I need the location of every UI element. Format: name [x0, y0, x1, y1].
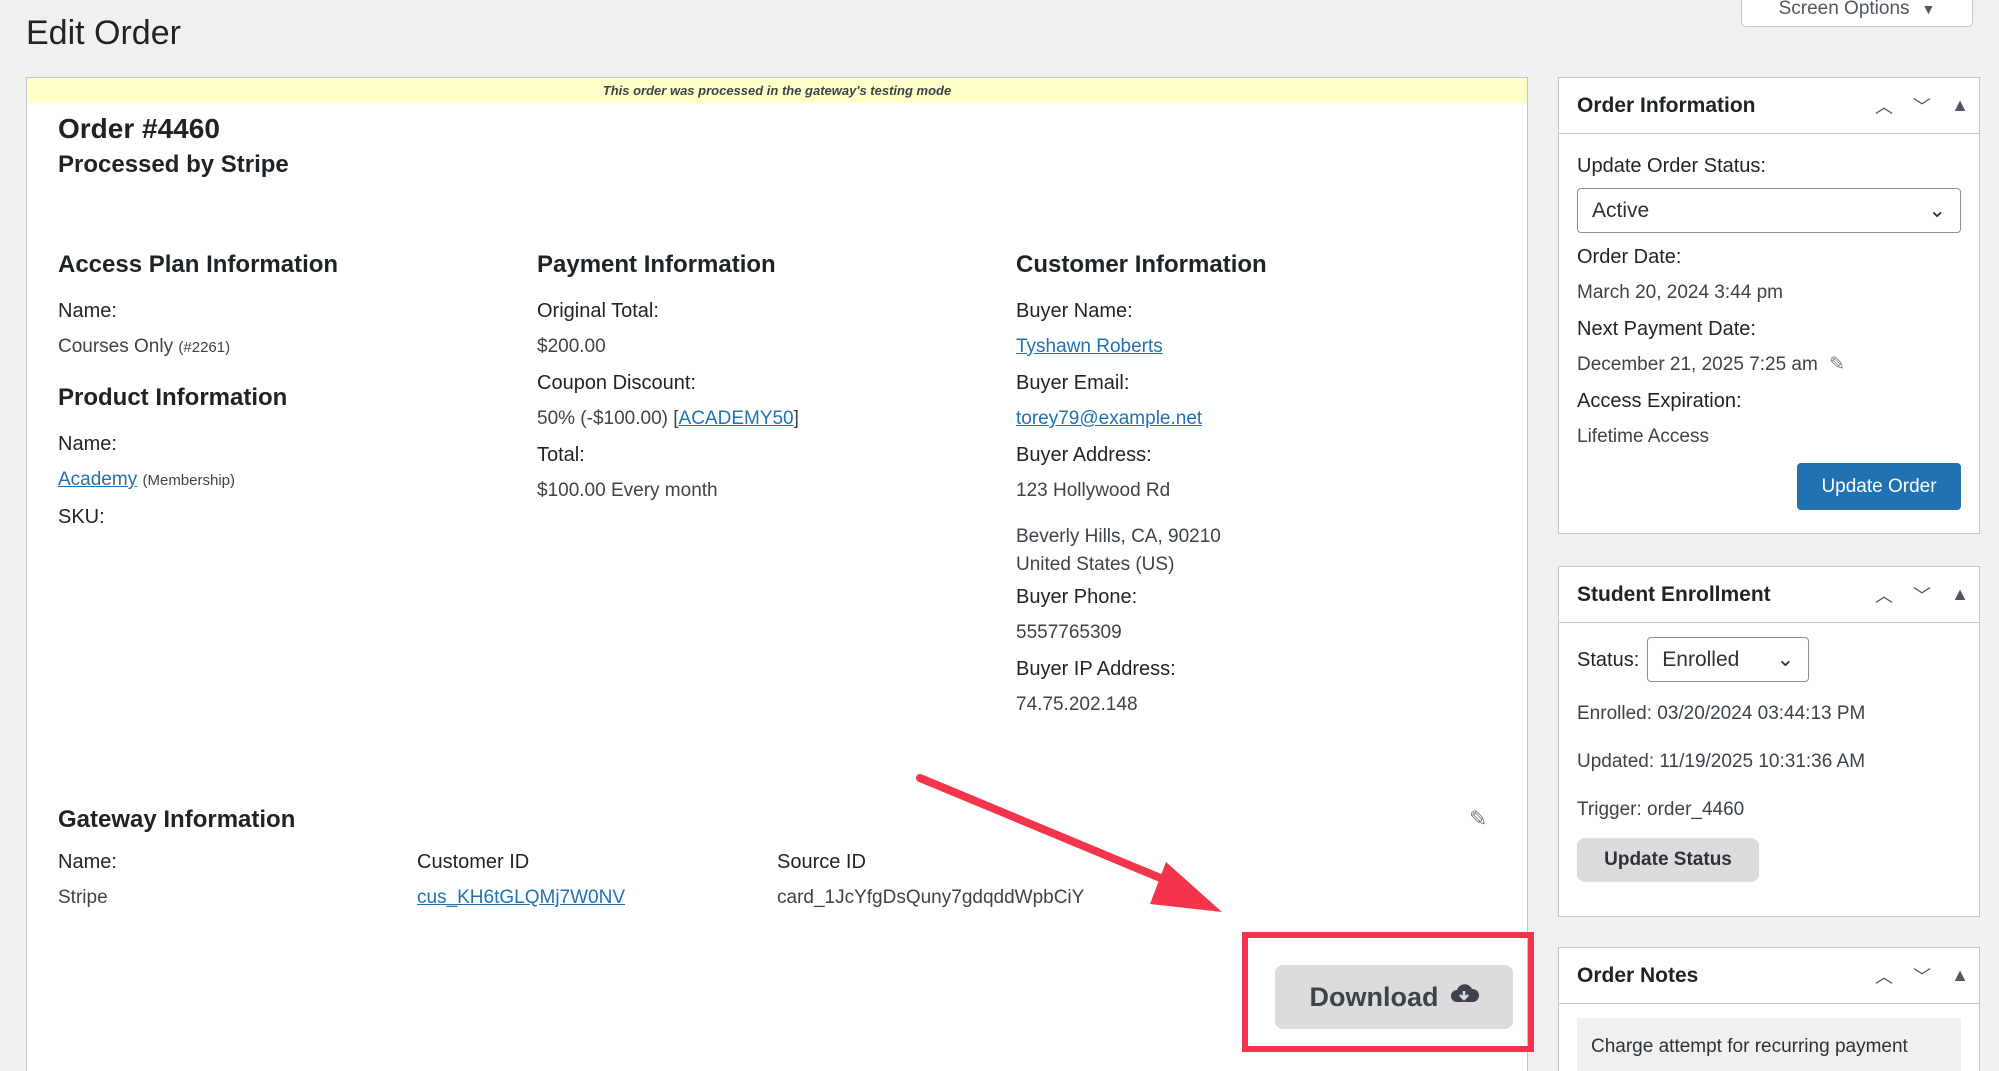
- order-status-label: Update Order Status:: [1577, 155, 1766, 177]
- order-details-panel: This order was processed in the gateway'…: [26, 77, 1528, 1071]
- buyer-address-label: Buyer Address:: [1016, 444, 1152, 466]
- chevron-up-icon[interactable]: ︿: [1865, 963, 1903, 989]
- collapse-toggle-icon[interactable]: ▲: [1941, 95, 1979, 116]
- test-mode-notice: This order was processed in the gateway'…: [27, 78, 1527, 103]
- buyer-name-label: Buyer Name:: [1016, 300, 1133, 322]
- gateway-name-label: Name:: [58, 851, 117, 873]
- order-information-heading: Order Information: [1577, 93, 1756, 117]
- customer-section: Customer Information Buyer Name: Tyshawn…: [1016, 251, 1476, 723]
- original-total-value: $200.00: [537, 336, 606, 357]
- coupon-value: 50% (-$100.00) [ACADEMY50]: [537, 408, 799, 429]
- chevron-up-icon[interactable]: ︿: [1865, 582, 1903, 608]
- access-plan-name-label: Name:: [58, 300, 117, 322]
- chevron-down-icon: ⌄: [1776, 648, 1795, 671]
- order-processor: Processed by Stripe: [58, 151, 289, 178]
- caret-down-icon: ▼: [1921, 0, 1936, 17]
- chevron-down-icon[interactable]: ﹀: [1903, 963, 1941, 989]
- product-name-value: Academy (Membership): [58, 462, 518, 499]
- order-note: Charge attempt for recurring payment: [1577, 1018, 1961, 1071]
- update-status-button[interactable]: Update Status: [1577, 838, 1759, 882]
- buyer-phone-value: 5557765309: [1016, 622, 1122, 643]
- gateway-heading: Gateway Information: [58, 806, 296, 833]
- screen-options-label: Screen Options: [1778, 0, 1910, 19]
- access-plan-name: Courses Only: [58, 336, 174, 357]
- access-expiration-value: Lifetime Access: [1577, 426, 1709, 447]
- chevron-down-icon[interactable]: ﹀: [1903, 582, 1941, 608]
- buyer-email-label: Buyer Email:: [1016, 372, 1130, 394]
- order-notes-heading: Order Notes: [1577, 963, 1699, 987]
- address-line3: United States (US): [1016, 554, 1175, 575]
- update-order-button[interactable]: Update Order: [1797, 463, 1961, 510]
- gateway-source-id-col: Source ID card_1JcYfgDsQuny7gdqddWpbCiY: [777, 844, 1084, 916]
- collapse-toggle-icon[interactable]: ▲: [1941, 965, 1979, 986]
- order-information-header: Order Information ︿ ﹀ ▲: [1559, 78, 1979, 134]
- access-plan-section: Access Plan Information Name: Courses On…: [58, 251, 518, 535]
- customer-id-label: Customer ID: [417, 851, 530, 873]
- order-notes-header: Order Notes ︿ ﹀ ▲: [1559, 948, 1979, 1004]
- buyer-ip-label: Buyer IP Address:: [1016, 658, 1176, 680]
- buyer-phone-label: Buyer Phone:: [1016, 586, 1138, 608]
- enrollment-status-value: Enrolled: [1662, 647, 1740, 671]
- access-plan-name-value: Courses Only (#2261): [58, 329, 518, 366]
- page-title: Edit Order: [26, 14, 181, 52]
- enrollment-status-label: Status:: [1577, 648, 1640, 671]
- product-link[interactable]: Academy: [58, 469, 137, 490]
- address-line1: 123 Hollywood Rd: [1016, 480, 1171, 501]
- payment-section: Payment Information Original Total: $200…: [537, 251, 997, 509]
- chevron-up-icon[interactable]: ︿: [1865, 93, 1903, 119]
- gateway-name-value: Stripe: [58, 887, 108, 908]
- updated-date: Updated: 11/19/2025 10:31:36 AM: [1577, 751, 1866, 772]
- coupon-label: Coupon Discount:: [537, 372, 696, 394]
- gateway-name-col: Name: Stripe: [58, 844, 117, 916]
- order-date-label: Order Date:: [1577, 246, 1682, 268]
- collapse-toggle-icon[interactable]: ▲: [1941, 584, 1979, 605]
- cloud-download-icon: [1449, 982, 1479, 1013]
- chevron-down-icon[interactable]: ﹀: [1903, 93, 1941, 119]
- coupon-amount: 50% (-$100.00): [537, 408, 668, 429]
- total-label: Total:: [537, 444, 585, 466]
- buyer-name-link[interactable]: Tyshawn Roberts: [1016, 336, 1163, 357]
- pencil-icon[interactable]: ✎: [1469, 806, 1487, 832]
- order-information-box: Order Information ︿ ﹀ ▲ Update Order Sta…: [1558, 77, 1980, 534]
- payment-heading: Payment Information: [537, 251, 776, 278]
- chevron-down-icon: ⌄: [1928, 199, 1946, 222]
- next-payment-value: December 21, 2025 7:25 am ✎: [1577, 347, 1961, 383]
- download-button[interactable]: Download: [1275, 965, 1513, 1029]
- coupon-code-link[interactable]: ACADEMY50: [679, 408, 794, 429]
- order-status-select[interactable]: Active ⌄: [1577, 188, 1961, 233]
- student-enrollment-header: Student Enrollment ︿ ﹀ ▲: [1559, 567, 1979, 623]
- buyer-ip-value: 74.75.202.148: [1016, 694, 1138, 715]
- enrollment-trigger: Trigger: order_4460: [1577, 799, 1745, 820]
- access-plan-id: (#2261): [178, 339, 231, 356]
- pencil-icon[interactable]: ✎: [1829, 354, 1845, 375]
- product-name-label: Name:: [58, 433, 117, 455]
- address-line2: Beverly Hills, CA, 90210: [1016, 526, 1221, 547]
- student-enrollment-box: Student Enrollment ︿ ﹀ ▲ Status: Enrolle…: [1558, 566, 1980, 917]
- original-total-label: Original Total:: [537, 300, 659, 322]
- order-status-value: Active: [1592, 198, 1650, 222]
- buyer-email-link[interactable]: torey79@example.net: [1016, 408, 1202, 429]
- access-plan-heading: Access Plan Information: [58, 251, 339, 278]
- sku-label: SKU:: [58, 506, 105, 528]
- product-type: (Membership): [142, 472, 236, 489]
- source-id-value: card_1JcYfgDsQuny7gdqddWpbCiY: [777, 887, 1085, 908]
- student-enrollment-heading: Student Enrollment: [1577, 582, 1771, 606]
- order-title: Order #4460: [58, 113, 220, 144]
- customer-heading: Customer Information: [1016, 251, 1267, 278]
- order-date-value: March 20, 2024 3:44 pm: [1577, 282, 1783, 303]
- next-payment-date: December 21, 2025 7:25 am: [1577, 354, 1818, 375]
- source-id-label: Source ID: [777, 851, 866, 873]
- gateway-customer-id-col: Customer ID cus_KH6tGLQMj7W0NV: [417, 844, 625, 916]
- product-heading: Product Information: [58, 384, 288, 411]
- screen-options-button[interactable]: Screen Options ▼: [1741, 0, 1973, 27]
- download-label: Download: [1309, 981, 1439, 1012]
- total-value: $100.00 Every month: [537, 480, 718, 501]
- access-expiration-label: Access Expiration:: [1577, 390, 1742, 412]
- next-payment-label: Next Payment Date:: [1577, 318, 1756, 340]
- enrollment-status-select[interactable]: Enrolled ⌄: [1647, 637, 1810, 682]
- enrolled-date: Enrolled: 03/20/2024 03:44:13 PM: [1577, 703, 1866, 724]
- order-notes-box: Order Notes ︿ ﹀ ▲ Charge attempt for rec…: [1558, 947, 1980, 1071]
- customer-id-link[interactable]: cus_KH6tGLQMj7W0NV: [417, 887, 625, 908]
